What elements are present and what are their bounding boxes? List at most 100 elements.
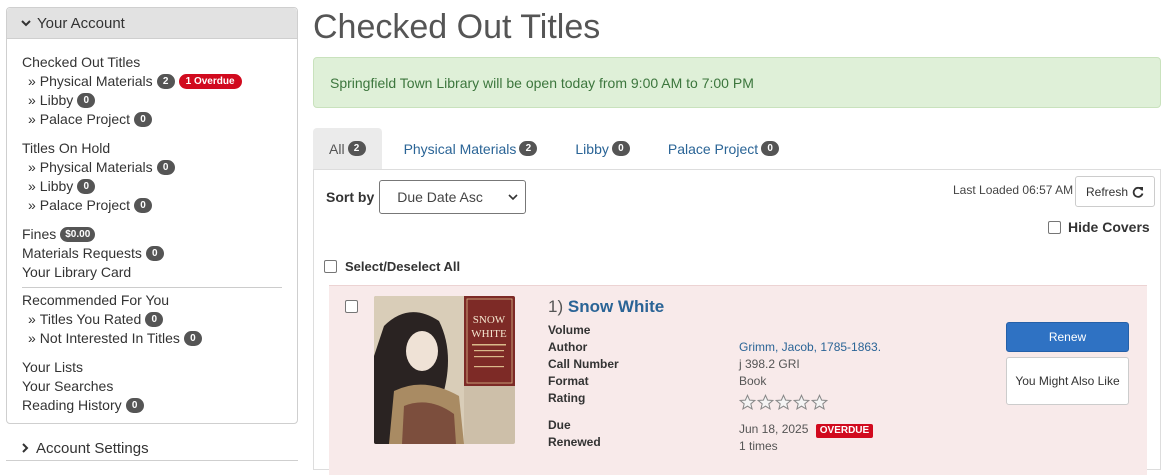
menu-hold-palace[interactable]: » Palace Project 0 (22, 196, 282, 215)
menu-label: Libby (39, 178, 74, 194)
menu-checked-out-palace[interactable]: » Palace Project 0 (22, 110, 282, 129)
menu-hold-physical[interactable]: » Physical Materials 0 (22, 158, 282, 177)
account-settings-header[interactable]: Account Settings (6, 438, 298, 458)
menu-label: Reading History (22, 397, 122, 413)
menu-label: Physical Materials (39, 73, 153, 89)
star-icon[interactable] (793, 394, 810, 411)
overdue-badge: 1 Overdue (178, 74, 242, 89)
menu-label: Not Interested In Titles (39, 330, 180, 346)
hide-covers-toggle[interactable]: Hide Covers (1048, 219, 1150, 235)
your-account-label: Your Account (37, 14, 125, 32)
label-call-number: Call Number (548, 357, 619, 371)
menu-reading-history[interactable]: Reading History 0 (22, 396, 282, 415)
author-link[interactable]: Grimm, Jacob, 1785-1863. (739, 339, 881, 356)
tab-palace-project[interactable]: Palace Project 0 (652, 128, 795, 169)
menu-your-lists[interactable]: Your Lists (22, 358, 282, 377)
tab-physical-materials[interactable]: Physical Materials 2 (388, 128, 554, 169)
menu-not-interested[interactable]: » Not Interested In Titles 0 (22, 329, 282, 348)
menu-hold-libby[interactable]: » Libby 0 (22, 177, 282, 196)
sort-label: Sort by (326, 189, 375, 205)
menu-checked-out-titles[interactable]: Checked Out Titles (22, 53, 282, 72)
menu-your-searches[interactable]: Your Searches (22, 377, 282, 396)
item-title-link[interactable]: Snow White (568, 297, 664, 316)
menu-label: Checked Out Titles (22, 54, 141, 70)
chevron-down-icon (21, 20, 31, 27)
overdue-status-badge: OVERDUE (815, 424, 874, 438)
checkout-item: SNOW WHITE 1) Snow White Volume Author C… (329, 285, 1147, 475)
label-volume: Volume (548, 323, 591, 337)
menu-label: Your Searches (22, 378, 114, 394)
hide-covers-checkbox[interactable] (1048, 220, 1061, 234)
menu-label: Recommended For You (22, 292, 170, 308)
value-volume (739, 322, 881, 339)
count-badge: 0 (134, 198, 153, 213)
menu-divider (22, 287, 282, 288)
renew-button[interactable]: Renew (1006, 322, 1129, 352)
your-account-header[interactable]: Your Account (7, 8, 297, 39)
menu-label: Palace Project (39, 197, 131, 213)
menu-checked-out-libby[interactable]: » Libby 0 (22, 91, 282, 110)
item-title-line: 1) Snow White (548, 297, 664, 317)
cover-title-line-1: SNOW (473, 314, 506, 326)
you-might-also-like-button[interactable]: You Might Also Like (1006, 357, 1129, 405)
refresh-label: Refresh (1085, 184, 1129, 199)
tab-label: Palace Project (667, 140, 759, 157)
refresh-button[interactable]: Refresh (1075, 176, 1155, 207)
rating-stars[interactable] (739, 394, 881, 421)
sort-select[interactable]: Due Date Asc (379, 180, 527, 214)
chevron-right-icon (22, 443, 29, 453)
raquo: » (28, 178, 36, 194)
menu-label: Physical Materials (39, 159, 153, 175)
tab-libby[interactable]: Libby 0 (559, 128, 645, 169)
tab-all[interactable]: All 2 (313, 128, 382, 169)
account-settings-label: Account Settings (36, 439, 149, 457)
menu-label: Your Library Card (22, 264, 132, 280)
star-icon[interactable] (811, 394, 828, 411)
star-icon[interactable] (739, 394, 756, 411)
hide-covers-label: Hide Covers (1068, 219, 1150, 235)
account-sidebar: Your Account Checked Out Titles » Physic… (6, 7, 298, 458)
raquo: » (28, 159, 36, 175)
label-format: Format (548, 374, 589, 388)
menu-label: Titles You Rated (39, 311, 142, 327)
cover-title-line-2: WHITE (471, 328, 507, 340)
fines-badge: $0.00 (60, 227, 96, 242)
item-detail-labels: Volume Author Call Number Format Rating … (548, 322, 619, 451)
checkout-list-panel: Sort by Due Date Asc Last Loaded 06:57 A… (313, 170, 1161, 475)
menu-recommended[interactable]: Recommended For You (22, 291, 282, 310)
menu-label: Titles On Hold (22, 140, 111, 156)
count-badge: 2 (519, 141, 538, 156)
checkout-tabs: All 2 Physical Materials 2 Libby 0 Palac… (313, 128, 1161, 170)
menu-label: Fines (22, 226, 57, 242)
star-icon[interactable] (757, 394, 774, 411)
select-all-checkbox[interactable] (324, 260, 337, 273)
sort-control: Sort by Due Date Asc (326, 180, 527, 214)
tab-label: All (329, 140, 345, 157)
book-cover[interactable]: SNOW WHITE (374, 296, 515, 444)
item-index: 1) (548, 297, 564, 316)
menu-materials-requests[interactable]: Materials Requests 0 (22, 244, 282, 263)
item-detail-values: Grimm, Jacob, 1785-1863. j 398.2 GRI Boo… (739, 322, 881, 455)
value-due: Jun 18, 2025 OVERDUE (739, 421, 881, 438)
count-badge: 0 (156, 160, 175, 175)
count-badge: 2 (156, 74, 175, 89)
raquo: » (28, 197, 36, 213)
menu-library-card[interactable]: Your Library Card (22, 263, 282, 282)
menu-checked-out-physical[interactable]: » Physical Materials 2 1 Overdue (22, 72, 282, 91)
select-all-toggle[interactable]: Select/Deselect All (324, 259, 460, 274)
menu-titles-rated[interactable]: » Titles You Rated 0 (22, 310, 282, 329)
main-content: Checked Out Titles Springfield Town Libr… (313, 0, 1161, 475)
menu-label: Materials Requests (22, 245, 142, 261)
chevron-down-icon (508, 194, 518, 201)
count-badge: 0 (145, 246, 164, 261)
count-badge: 0 (134, 112, 153, 127)
count-badge: 0 (77, 179, 96, 194)
item-select-checkbox[interactable] (345, 300, 358, 313)
label-due: Due (548, 418, 571, 432)
star-icon[interactable] (775, 394, 792, 411)
menu-label: Palace Project (39, 111, 131, 127)
menu-fines[interactable]: Fines $0.00 (22, 225, 282, 244)
label-renewed: Renewed (548, 435, 601, 449)
value-renewed: 1 times (739, 439, 778, 453)
menu-titles-on-hold[interactable]: Titles On Hold (22, 139, 282, 158)
